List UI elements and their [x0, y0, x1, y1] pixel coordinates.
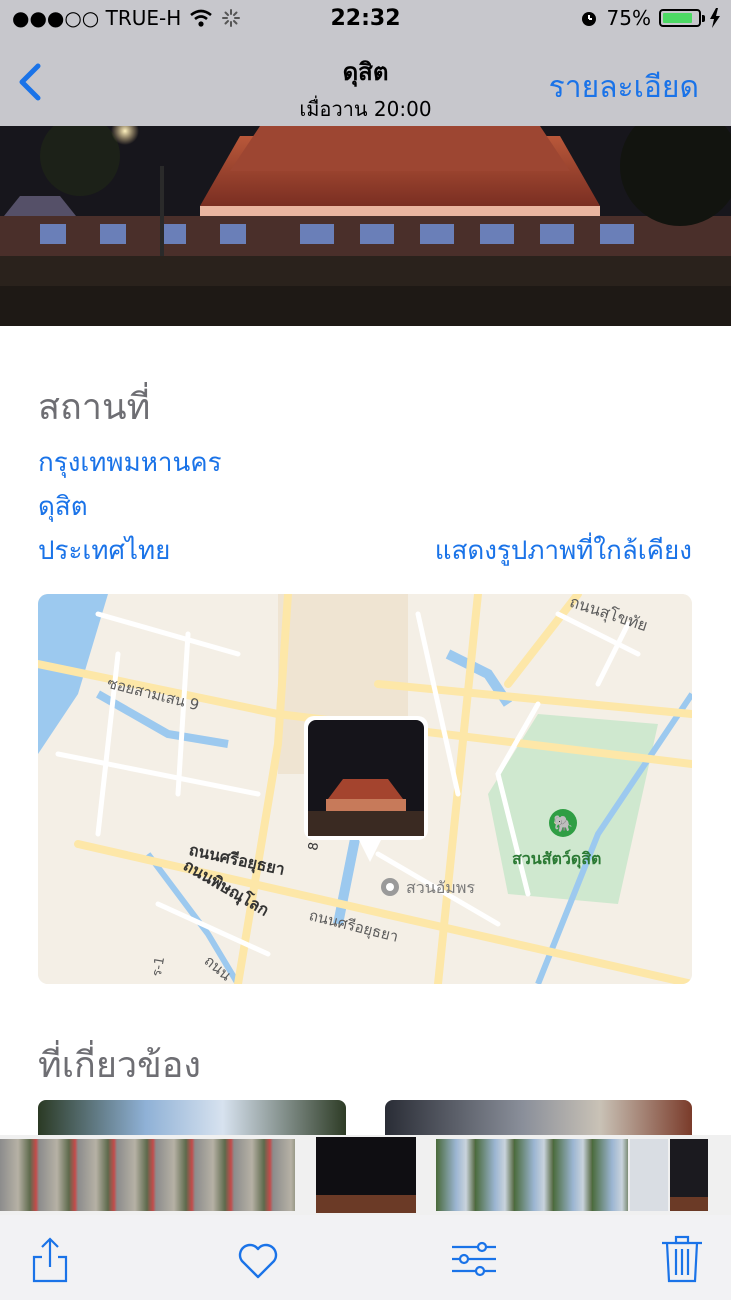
photo-filmstrip[interactable]: [0, 1135, 731, 1215]
battery-icon: [659, 9, 705, 27]
battery-percent: 75%: [606, 6, 651, 30]
map-label-partial-2: ร-1: [149, 955, 169, 978]
places-heading: สถานที่: [38, 387, 151, 428]
related-album-thumbnail[interactable]: [385, 1100, 692, 1140]
map-label-zoo: สวนสัตว์ดุสิต: [512, 849, 602, 868]
related-album-thumbnail[interactable]: [38, 1100, 346, 1140]
district-link[interactable]: ดุสิต: [38, 486, 88, 527]
trash-icon[interactable]: [658, 1233, 706, 1285]
details-button[interactable]: รายละเอียด: [549, 64, 699, 111]
status-bar: ●●●○○ TRUE-H 22:32 75%: [0, 0, 731, 40]
hero-photo: [0, 126, 731, 326]
temple-photo-image: [0, 126, 731, 326]
share-icon[interactable]: [26, 1233, 74, 1285]
alarm-icon: [581, 12, 596, 26]
country-link[interactable]: ประเทศไทย: [38, 530, 170, 571]
location-map[interactable]: 🐘 ซอยสามเสน 9 ถนนสุโขทัย ถนนศรีอยุธยา ถน…: [38, 594, 692, 984]
status-right: 75%: [579, 6, 721, 30]
filmstrip-thumbnail[interactable]: [630, 1139, 668, 1211]
filmstrip-thumbnail[interactable]: [436, 1139, 628, 1211]
heart-icon[interactable]: [234, 1233, 282, 1285]
filmstrip-thumbnail[interactable]: [670, 1139, 708, 1211]
map-label-park: สวนอัมพร: [406, 878, 475, 897]
city-link[interactable]: กรุงเทพมหานคร: [38, 442, 222, 483]
svg-text:🐘: 🐘: [553, 814, 573, 833]
navigation-bar: ดุสิต เมื่อวาน 20:00 รายละเอียด: [0, 40, 731, 126]
show-nearby-photos-link[interactable]: แสดงรูปภาพที่ใกล้เคียง: [435, 530, 692, 571]
filmstrip-thumbnail[interactable]: [0, 1139, 295, 1211]
related-heading: ที่เกี่ยวข้อง: [38, 1045, 201, 1086]
filmstrip-thumbnail-selected[interactable]: [316, 1137, 416, 1213]
adjust-sliders-icon[interactable]: [450, 1233, 498, 1285]
charging-bolt-icon: [710, 8, 720, 28]
bottom-toolbar: [0, 1215, 731, 1300]
